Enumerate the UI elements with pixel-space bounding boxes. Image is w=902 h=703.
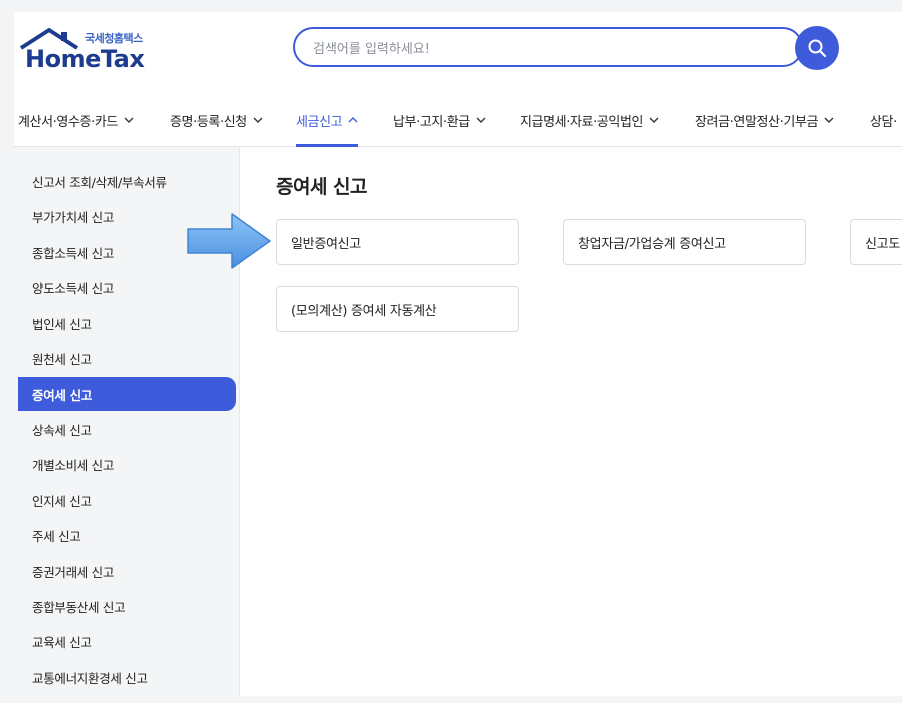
nav-item-label: 계산서·영수증·카드 — [18, 114, 118, 130]
sidebar-item-liquor-tax[interactable]: 주세 신고 — [18, 518, 236, 552]
chevron-down-icon — [476, 117, 486, 123]
sidebar-item-label: 교육세 신고 — [32, 634, 92, 650]
chevron-down-icon — [649, 117, 659, 123]
sidebar-item-corporate-tax[interactable]: 법인세 신고 — [18, 306, 236, 340]
sidebar-item-stamp-tax[interactable]: 인지세 신고 — [18, 483, 236, 517]
sidebar-item-property-tax[interactable]: 종합부동산세 신고 — [18, 589, 236, 623]
sidebar-item-label: 종합소득세 신고 — [32, 245, 115, 261]
nav-item-label: 증명·등록·신청 — [170, 114, 247, 130]
logo-subtitle: 국세청홈택스 — [85, 32, 143, 45]
card-label: (모의계산) 증여세 자동계산 — [291, 303, 437, 319]
nav-item-payment-notice-refund[interactable]: 납부·고지·환급 — [393, 94, 486, 146]
sidebar-item-excise-tax[interactable]: 개별소비세 신고 — [18, 447, 236, 481]
chevron-down-icon — [824, 117, 834, 123]
sidebar-item-label: 상속세 신고 — [32, 422, 92, 438]
search-button[interactable] — [795, 26, 839, 70]
search-input[interactable] — [311, 37, 785, 61]
chevron-down-icon — [124, 117, 134, 123]
page-title: 증여세 신고 — [276, 176, 368, 198]
chevron-up-icon — [348, 117, 358, 123]
sidebar-item-label: 증여세 신고 — [32, 387, 93, 403]
sidebar-item-label: 신고서 조회/삭제/부속서류 — [32, 174, 167, 190]
nav-item-label: 장려금·연말정산·기부금 — [695, 114, 819, 130]
card-label: 신고도 — [865, 236, 900, 252]
sidebar-item-label: 원천세 신고 — [32, 351, 92, 367]
sidebar-item-label: 인지세 신고 — [32, 493, 92, 509]
sidebar-item-label: 양도소득세 신고 — [32, 280, 115, 296]
nav-item-tax-filing[interactable]: 세금신고 — [296, 94, 359, 147]
sidebar-item-transport-energy-tax[interactable]: 교통에너지환경세 신고 — [18, 660, 236, 694]
nav-item-incentive-year-end[interactable]: 장려금·연말정산·기부금 — [695, 94, 834, 146]
card-startup-succession-gift-filing[interactable]: 창업자금/가업승계 증여신고 — [563, 219, 806, 265]
sidebar-item-education-tax[interactable]: 교육세 신고 — [18, 624, 236, 658]
sidebar-item-label: 증권거래세 신고 — [32, 564, 115, 580]
sidebar-item-label: 주세 신고 — [32, 528, 81, 544]
chevron-down-icon — [253, 117, 263, 123]
sidebar-item-label: 개별소비세 신고 — [32, 457, 115, 473]
card-general-gift-filing[interactable]: 일반증여신고 — [276, 219, 519, 265]
sidebar-item-withholding[interactable]: 원천세 신고 — [18, 341, 236, 375]
right-arrow-annotation — [187, 213, 271, 269]
card-gift-tax-simulator[interactable]: (모의계산) 증여세 자동계산 — [276, 286, 519, 332]
nav-item-label: 세금신고 — [296, 114, 343, 130]
sidebar-item-capital-gains[interactable]: 양도소득세 신고 — [18, 270, 236, 304]
sidebar-item-label: 부가가치세 신고 — [32, 209, 115, 225]
sidebar-item-label: 종합부동산세 신고 — [32, 599, 126, 615]
hometax-window: 국세청홈택스 HomeTax 계산서·영수증·카드 증명·등록·신청 세금신고 — [14, 12, 902, 696]
hometax-logo[interactable]: 국세청홈택스 HomeTax — [19, 26, 154, 73]
sidebar-item-gift-tax[interactable]: 증여세 신고 — [18, 377, 236, 411]
card-label: 창업자금/가업승계 증여신고 — [578, 236, 726, 252]
search-bar — [293, 26, 839, 71]
nav-item-payment-statement[interactable]: 지급명세·자료·공익법인 — [520, 94, 659, 146]
logo-title: HomeTax — [25, 45, 145, 73]
nav-item-label: 납부·고지·환급 — [393, 114, 470, 130]
nav-item-label: 지급명세·자료·공익법인 — [520, 114, 644, 130]
sidebar-item-return-inquiry[interactable]: 신고서 조회/삭제/부속서류 — [18, 164, 236, 198]
card-filing-help[interactable]: 신고도 — [850, 219, 902, 265]
sidebar-item-inheritance-tax[interactable]: 상속세 신고 — [18, 412, 236, 446]
nav-item-label: 상담· — [870, 114, 897, 130]
search-icon — [808, 39, 827, 58]
main-nav: 계산서·영수증·카드 증명·등록·신청 세금신고 납부·고지·환급 지급명세·자… — [14, 94, 902, 147]
nav-item-invoice-receipt-card[interactable]: 계산서·영수증·카드 — [18, 94, 134, 146]
nav-item-consultation[interactable]: 상담· — [870, 94, 897, 146]
sidebar-item-label: 교통에너지환경세 신고 — [32, 670, 148, 686]
card-label: 일반증여신고 — [291, 236, 361, 252]
sidebar-item-label: 법인세 신고 — [32, 316, 92, 332]
sidebar-item-securities-tax[interactable]: 증권거래세 신고 — [18, 554, 236, 588]
nav-item-certificate-registration[interactable]: 증명·등록·신청 — [170, 94, 263, 146]
search-box — [293, 27, 803, 67]
